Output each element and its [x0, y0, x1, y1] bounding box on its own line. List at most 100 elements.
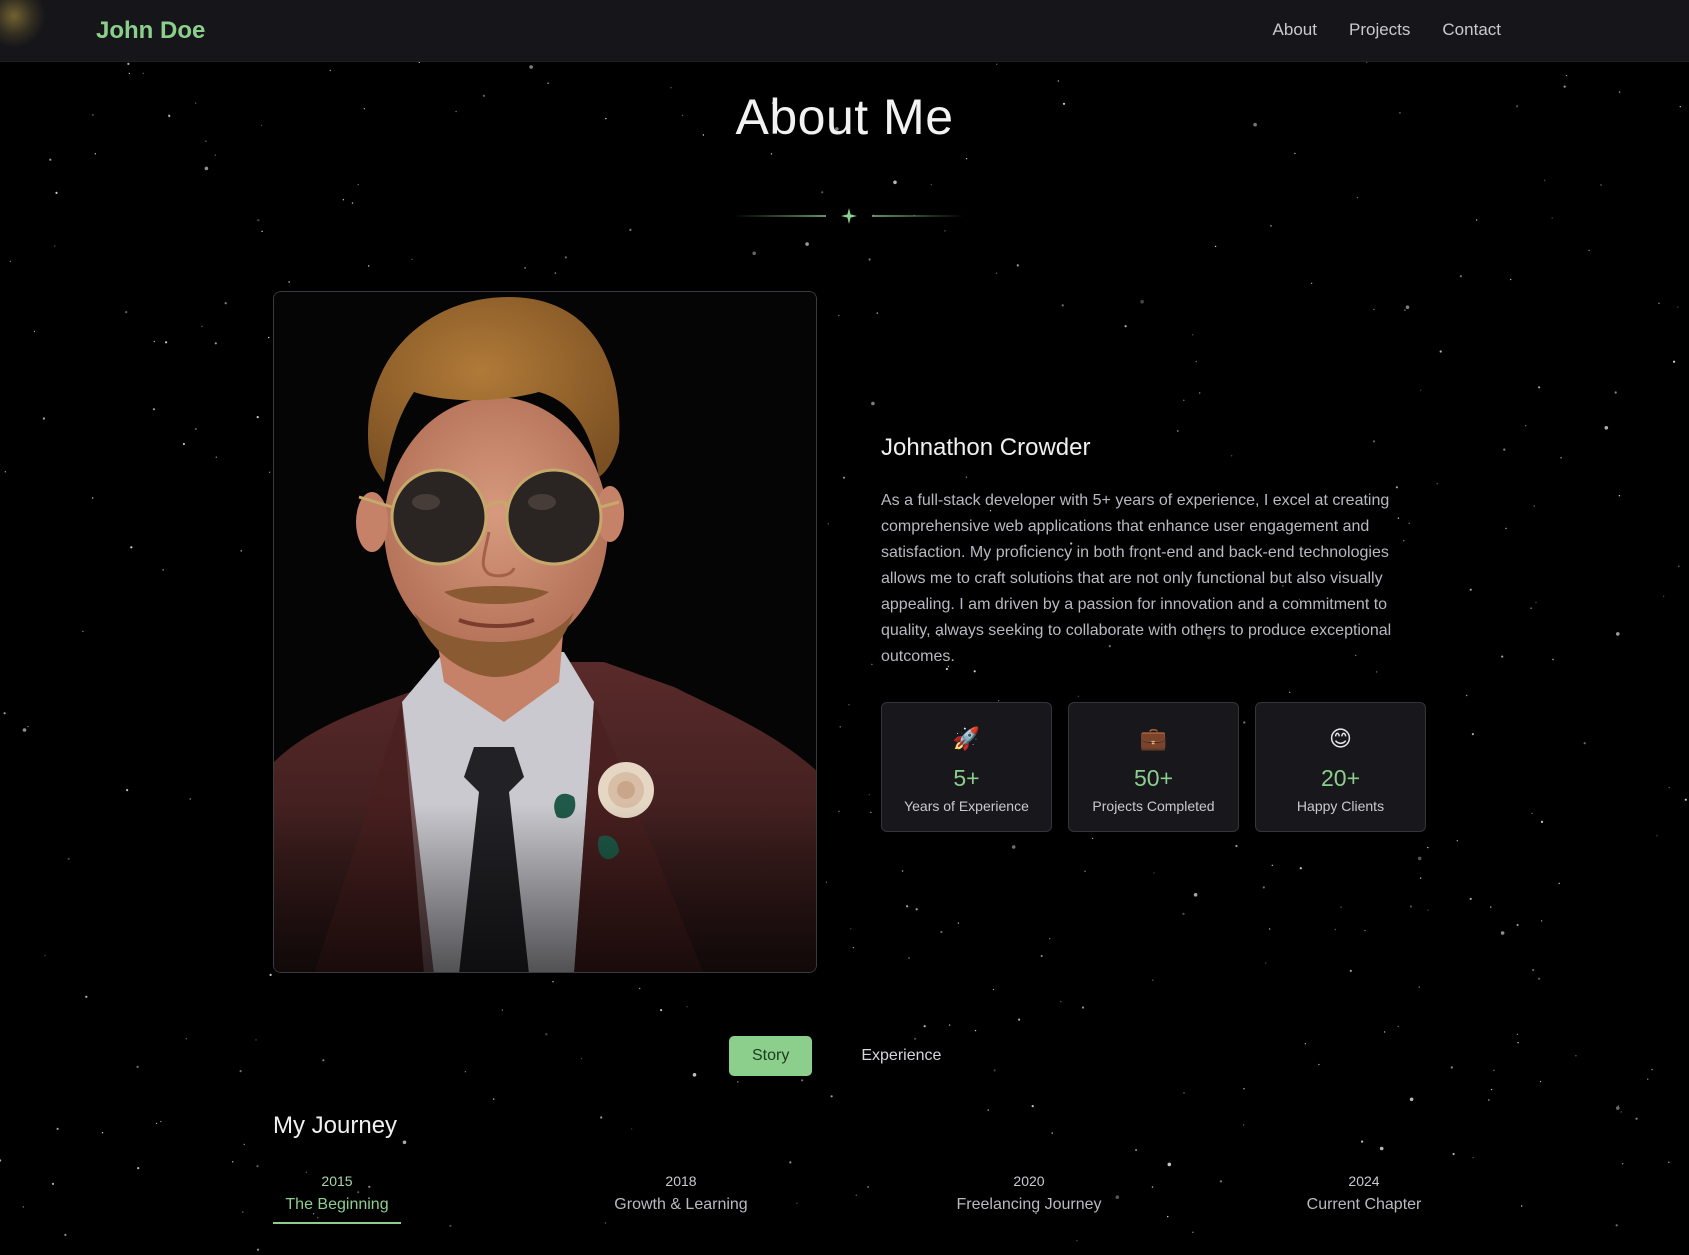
portrait-photo — [274, 292, 816, 972]
star-dot — [1310, 282, 1313, 284]
star-dot — [165, 341, 168, 344]
star-dot — [547, 82, 549, 84]
star-dot — [915, 908, 918, 911]
star-dot — [1373, 308, 1375, 311]
star-dot — [351, 202, 354, 204]
star-dot — [965, 476, 968, 478]
star-dot — [4, 471, 7, 473]
star-dot — [3, 712, 6, 715]
star-dot — [194, 427, 197, 431]
star-dot — [1436, 483, 1438, 485]
star-dot — [269, 973, 272, 977]
star-dot — [368, 265, 370, 267]
star-dot — [1057, 80, 1060, 82]
star-dot — [1376, 671, 1378, 673]
star-dot — [1500, 931, 1505, 935]
timeline-item-2018[interactable]: 2018 Growth & Learning — [591, 1173, 771, 1222]
star-dot — [27, 725, 29, 728]
star-dot — [1503, 448, 1506, 451]
star-dot — [1230, 455, 1233, 457]
star-dot — [1490, 906, 1492, 908]
star-dot — [1040, 954, 1043, 958]
star-dot — [1505, 527, 1507, 530]
tab-story[interactable]: Story — [729, 1036, 813, 1076]
journey-title: My Journey — [273, 1112, 398, 1139]
star-dot — [1235, 844, 1238, 848]
star-dot — [137, 1167, 140, 1170]
star-dot — [1678, 565, 1680, 567]
star-dot — [987, 1109, 989, 1111]
star-dot — [1622, 1163, 1624, 1165]
timeline-item-2020[interactable]: 2020 Freelancing Journey — [939, 1173, 1119, 1222]
star-dot — [142, 72, 144, 75]
star-dot — [1270, 225, 1272, 227]
star-dot — [923, 1025, 926, 1028]
glow-orb-icon — [0, 0, 46, 48]
star-dot — [1517, 1042, 1519, 1044]
star-dot — [1538, 977, 1541, 980]
star-dot — [1404, 309, 1406, 311]
star-dot — [1031, 1105, 1034, 1108]
star-dot — [464, 1071, 467, 1073]
star-dot — [1153, 872, 1155, 874]
star-dot — [1294, 152, 1296, 155]
star-dot — [973, 670, 976, 673]
star-dot — [1558, 882, 1560, 885]
star-dot — [1524, 425, 1527, 427]
star-dot — [580, 1057, 583, 1060]
star-dot — [1214, 245, 1217, 248]
nav-link-contact[interactable]: Contact — [1442, 20, 1501, 40]
star-dot — [839, 726, 841, 728]
star-dot — [1195, 360, 1197, 363]
tab-experience[interactable]: Experience — [832, 1036, 970, 1076]
star-dot — [493, 1098, 495, 1100]
smile-icon: 😊 — [1329, 727, 1352, 752]
star-dot — [1651, 1068, 1653, 1071]
nav-link-projects[interactable]: Projects — [1349, 20, 1410, 40]
brand-logo[interactable]: John Doe — [96, 17, 205, 45]
star-dot — [1539, 1080, 1542, 1083]
star-dot — [1635, 1117, 1638, 1120]
star-dot — [33, 330, 36, 333]
star-dot — [1450, 1066, 1453, 1069]
star-dot — [1617, 1105, 1620, 1107]
star-dot — [1614, 391, 1617, 394]
star-dot — [1135, 1148, 1138, 1152]
star-dot — [22, 1206, 24, 1208]
star-dot — [529, 65, 533, 69]
timeline-item-2015[interactable]: 2015 The Beginning — [273, 1173, 401, 1224]
star-dot — [1604, 426, 1609, 430]
star-dot — [821, 191, 824, 194]
star-dot — [871, 401, 875, 406]
star-dot — [868, 794, 870, 796]
about-tabs: Story Experience — [729, 1036, 970, 1076]
star-dot — [1199, 392, 1201, 394]
timeline-item-2024[interactable]: 2024 Current Chapter — [1289, 1173, 1439, 1222]
star-dot — [893, 180, 897, 185]
star-dot — [1551, 217, 1553, 219]
star-dot — [64, 1233, 67, 1236]
star-dot — [1383, 1031, 1386, 1033]
star-dot — [257, 1248, 260, 1251]
star-dot — [737, 1081, 739, 1083]
star-dot — [153, 340, 155, 343]
star-dot — [1289, 691, 1291, 693]
star-dot — [600, 1116, 603, 1119]
star-dot — [94, 153, 97, 155]
star-dot — [995, 272, 998, 274]
star-dot — [501, 1009, 504, 1011]
briefcase-icon: 💼 — [1139, 727, 1168, 752]
star-dot — [0, 1159, 2, 1162]
about-page: John Doe About Projects Contact About Me — [0, 0, 1689, 1255]
star-dot — [92, 497, 94, 499]
star-dot — [930, 183, 932, 186]
stat-value: 20+ — [1320, 765, 1360, 791]
star-dot — [182, 442, 185, 446]
star-dot — [240, 550, 242, 552]
nav-link-about[interactable]: About — [1273, 20, 1317, 40]
star-dot — [214, 342, 217, 345]
star-dot — [554, 272, 557, 274]
star-dot — [101, 1132, 104, 1134]
star-dot — [342, 199, 345, 201]
star-dot — [906, 905, 909, 908]
